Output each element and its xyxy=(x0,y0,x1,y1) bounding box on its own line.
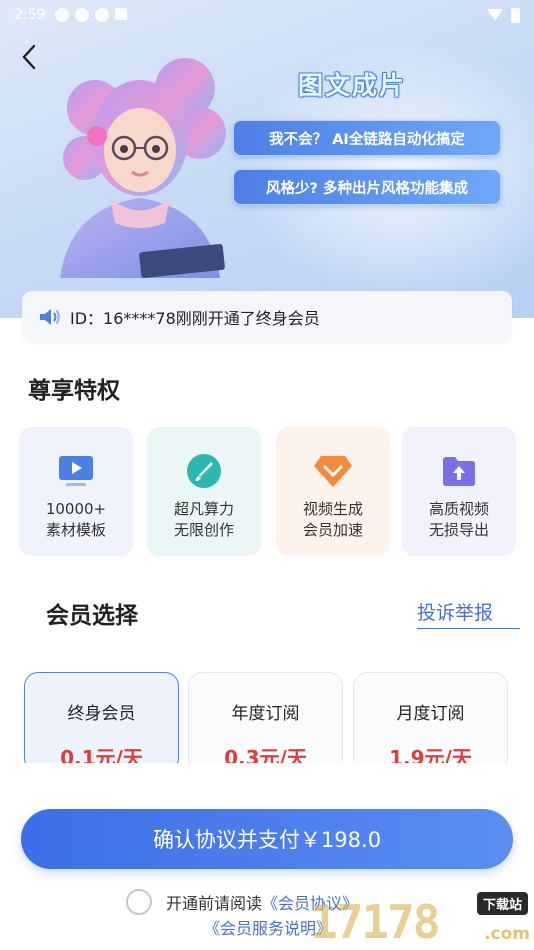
privilege-card-templates: 10000+ 素材模板 xyxy=(19,427,133,556)
hero-title: 图文成片 xyxy=(298,71,407,100)
diamond-icon xyxy=(314,456,352,487)
status-time: 2:59 xyxy=(14,7,46,23)
privilege-label-line2: 会员加速 xyxy=(302,521,363,539)
membership-title: 会员选择 xyxy=(46,603,138,629)
plan-name: 年度订阅 xyxy=(231,704,300,724)
plan-card-lifetime[interactable]: 终身会员 0.1元/天 xyxy=(24,672,179,772)
plan-card-yearly[interactable]: 年度订阅 0.3元/天 xyxy=(188,672,343,772)
notification-icons xyxy=(55,8,128,22)
speaker-icon xyxy=(40,309,60,325)
privilege-card-speed: 视频生成 会员加速 xyxy=(276,427,390,556)
notice-text: ID：16****78刚刚开通了终身会员 xyxy=(70,309,320,328)
privilege-label-line1: 10000+ xyxy=(45,500,107,518)
agreement-checkbox[interactable] xyxy=(126,889,152,915)
video-template-icon xyxy=(59,456,93,486)
notification-icon xyxy=(55,8,70,22)
back-button[interactable] xyxy=(14,42,44,72)
notification-icon xyxy=(115,8,128,20)
chevron-left-icon xyxy=(22,44,36,70)
brush-icon xyxy=(187,454,221,488)
agreement-prefix: 开通前请阅读 xyxy=(166,894,263,913)
privilege-label-line2: 无限创作 xyxy=(173,521,234,539)
privilege-card-export: 高质视频 无损导出 xyxy=(402,427,516,556)
hero-feature-pill-ai: 我不会？ AI全链路自动化搞定 xyxy=(233,120,501,156)
bottom-panel-background xyxy=(0,763,534,803)
avatar-illustration xyxy=(60,58,226,278)
watermark-suffix: .com xyxy=(484,924,530,944)
report-link[interactable]: 投诉举报 xyxy=(417,598,520,629)
watermark-digits: 17178 xyxy=(310,895,440,949)
wifi-icon xyxy=(487,9,503,21)
watermark-badge: 下载站 xyxy=(476,892,528,915)
plan-name: 终身会员 xyxy=(67,704,136,724)
watermark-logo: 17178 下载站 .com xyxy=(310,885,534,950)
privilege-label-line1: 视频生成 xyxy=(302,500,363,518)
folder-upload-icon xyxy=(443,457,475,486)
notification-icon xyxy=(75,8,90,22)
hero-banner: 图文成片 我不会？ AI全链路自动化搞定 风格少? 多种出片风格功能集成 xyxy=(0,0,534,318)
notice-bar: ID：16****78刚刚开通了终身会员 xyxy=(22,291,512,343)
privilege-label-line1: 超凡算力 xyxy=(173,500,234,518)
plan-card-monthly[interactable]: 月度订阅 1.9元/天 xyxy=(353,672,508,772)
privilege-label-line1: 高质视频 xyxy=(428,500,489,518)
status-bar: 2:59 xyxy=(0,0,534,30)
battery-icon xyxy=(511,7,520,23)
privilege-card-compute: 超凡算力 无限创作 xyxy=(147,427,261,556)
privilege-label-line2: 无损导出 xyxy=(428,521,489,539)
plan-name: 月度订阅 xyxy=(396,704,465,724)
confirm-pay-button[interactable]: 确认协议并支付￥198.0 xyxy=(21,809,513,869)
privileges-title: 尊享特权 xyxy=(28,378,120,404)
hero-feature-pill-styles: 风格少? 多种出片风格功能集成 xyxy=(233,169,501,205)
privilege-label-line2: 素材模板 xyxy=(45,521,106,539)
notification-icon xyxy=(95,8,110,22)
